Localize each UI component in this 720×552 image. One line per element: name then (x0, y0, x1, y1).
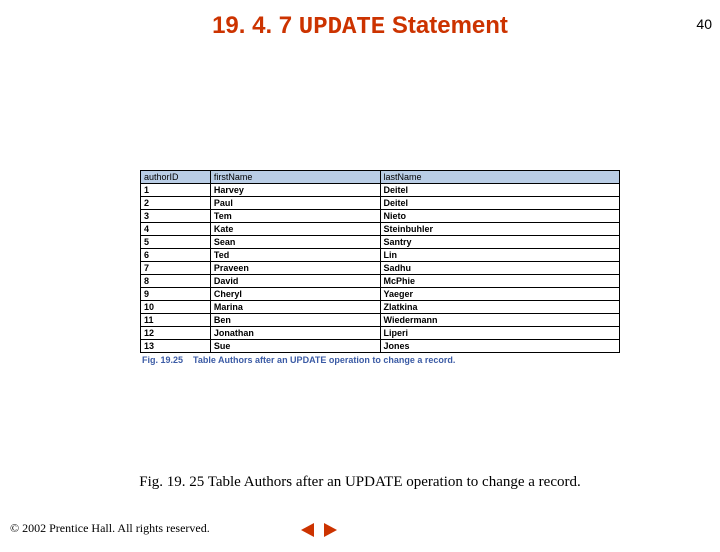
table-cell: Tem (210, 210, 380, 223)
col-lastname: lastName (380, 171, 619, 184)
title-rest: Statement (392, 12, 508, 39)
table-cell: Sadhu (380, 262, 619, 275)
triangle-right-icon (322, 522, 338, 538)
table-cell: 1 (141, 184, 211, 197)
table-cell: Steinbuhler (380, 223, 619, 236)
table-row: 5SeanSantry (141, 236, 620, 249)
table-cell: Santry (380, 236, 619, 249)
table-row: 4KateSteinbuhler (141, 223, 620, 236)
table-cell: 10 (141, 301, 211, 314)
authors-table: authorID firstName lastName 1HarveyDeite… (140, 170, 620, 353)
figure-inner-caption-text: Table Authors after an UPDATE operation … (193, 355, 455, 365)
table-cell: Nieto (380, 210, 619, 223)
table-cell: Jonathan (210, 327, 380, 340)
col-firstname: firstName (210, 171, 380, 184)
table-cell: 12 (141, 327, 211, 340)
table-row: 10MarinaZlatkina (141, 301, 620, 314)
table-row: 13SueJones (141, 340, 620, 353)
table-row: 3TemNieto (141, 210, 620, 223)
col-authorid: authorID (141, 171, 211, 184)
slide-nav (300, 522, 338, 538)
table-row: 8DavidMcPhie (141, 275, 620, 288)
table-cell: 4 (141, 223, 211, 236)
slide: 40 19. 4. 7 UPDATE Statement authorID fi… (0, 12, 720, 552)
table-cell: Sue (210, 340, 380, 353)
table-cell: 13 (141, 340, 211, 353)
figure-caption: Fig. 19. 25 Table Authors after an UPDAT… (0, 474, 720, 491)
figure-inner-caption: Fig. 19.25 Table Authors after an UPDATE… (140, 353, 620, 365)
table-cell: McPhie (380, 275, 619, 288)
title-section: 19. 4. 7 (212, 12, 292, 39)
table-cell: 9 (141, 288, 211, 301)
table-cell: 3 (141, 210, 211, 223)
table-row: 11BenWiedermann (141, 314, 620, 327)
table-cell: Deitel (380, 197, 619, 210)
table-cell: 7 (141, 262, 211, 275)
triangle-left-icon (300, 522, 316, 538)
table-cell: Ted (210, 249, 380, 262)
table-cell: Deitel (380, 184, 619, 197)
table-row: 1HarveyDeitel (141, 184, 620, 197)
table-cell: 6 (141, 249, 211, 262)
table-cell: Marina (210, 301, 380, 314)
next-button[interactable] (322, 522, 338, 538)
table-cell: Zlatkina (380, 301, 619, 314)
table-header-row: authorID firstName lastName (141, 171, 620, 184)
table-cell: Jones (380, 340, 619, 353)
table-cell: Harvey (210, 184, 380, 197)
table-cell: Sean (210, 236, 380, 249)
table-cell: 2 (141, 197, 211, 210)
table-cell: 11 (141, 314, 211, 327)
title-keyword: UPDATE (299, 14, 385, 41)
table-cell: Paul (210, 197, 380, 210)
table-cell: Wiedermann (380, 314, 619, 327)
table-row: 9CherylYaeger (141, 288, 620, 301)
slide-title: 19. 4. 7 UPDATE Statement (0, 12, 720, 41)
table-row: 12JonathanLiperi (141, 327, 620, 340)
table-cell: Liperi (380, 327, 619, 340)
prev-button[interactable] (300, 522, 316, 538)
figure-inner-caption-lead: Fig. 19.25 (142, 355, 183, 365)
page-number: 40 (696, 16, 712, 32)
table-cell: Cheryl (210, 288, 380, 301)
table-cell: David (210, 275, 380, 288)
table-cell: Lin (380, 249, 619, 262)
table-cell: Yaeger (380, 288, 619, 301)
figure: authorID firstName lastName 1HarveyDeite… (140, 170, 620, 365)
table-row: 6TedLin (141, 249, 620, 262)
table-cell: 8 (141, 275, 211, 288)
table-cell: 5 (141, 236, 211, 249)
table-row: 7PraveenSadhu (141, 262, 620, 275)
table-row: 2PaulDeitel (141, 197, 620, 210)
copyright-footer: © 2002 Prentice Hall. All rights reserve… (10, 521, 210, 536)
table-cell: Praveen (210, 262, 380, 275)
table-cell: Ben (210, 314, 380, 327)
table-cell: Kate (210, 223, 380, 236)
